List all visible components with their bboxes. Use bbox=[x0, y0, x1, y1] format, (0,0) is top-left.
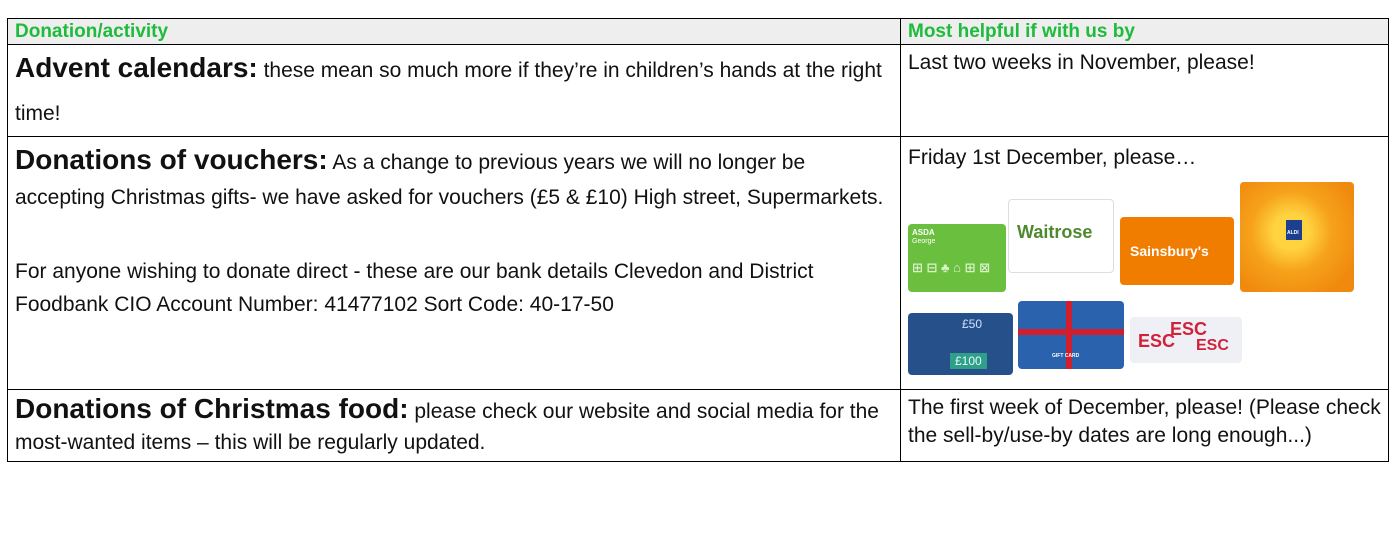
table-row: Donations of vouchers: As a change to pr… bbox=[7, 136, 1389, 390]
gift-card-50-100: £50 £100 bbox=[908, 313, 1013, 375]
activity-cell: Donations of vouchers: As a change to pr… bbox=[7, 136, 901, 390]
activity-cell: Advent calendars: these mean so much mor… bbox=[7, 44, 901, 137]
aldi-card: ALDI bbox=[1240, 182, 1354, 292]
table-header-row: Donation/activity Most helpful if with u… bbox=[7, 18, 1389, 45]
deadline-cell: Last two weeks in November, please! bbox=[900, 44, 1389, 137]
sainsburys-card: Sainsbury's bbox=[1120, 217, 1234, 285]
deadline-cell: Friday 1st December, please… ASDA George… bbox=[900, 136, 1389, 390]
asda-card: ASDA George ⊞ ⊟ ♣ ⌂ ⊞ ⊠ bbox=[908, 224, 1006, 292]
deadline-text: The first week of December, please! (Ple… bbox=[908, 396, 1381, 447]
table-row: Advent calendars: these mean so much mor… bbox=[7, 44, 1389, 137]
bank-details: For anyone wishing to donate direct - th… bbox=[15, 260, 814, 316]
donation-table: Donation/activity Most helpful if with u… bbox=[7, 18, 1389, 462]
deadline-text: Friday 1st December, please… bbox=[908, 146, 1197, 169]
header-most-helpful-by: Most helpful if with us by bbox=[900, 18, 1389, 45]
tesco-cards: ESC ESC ESC bbox=[1130, 317, 1242, 363]
lidl-gift-card: GIFT CARD bbox=[1018, 301, 1124, 369]
deadline-cell: The first week of December, please! (Ple… bbox=[900, 389, 1389, 462]
activity-title: Donations of Christmas food: bbox=[15, 393, 409, 424]
activity-title: Advent calendars: bbox=[15, 52, 258, 83]
waitrose-card: Waitrose bbox=[1008, 199, 1114, 273]
header-donation-activity: Donation/activity bbox=[7, 18, 901, 45]
deadline-text: Last two weeks in November, please! bbox=[908, 51, 1255, 74]
activity-cell: Donations of Christmas food: please chec… bbox=[7, 389, 901, 462]
activity-title: Donations of vouchers: bbox=[15, 144, 328, 175]
gift-cards-image: ASDA George ⊞ ⊟ ♣ ⌂ ⊞ ⊠ Waitrose Sainsbu… bbox=[908, 173, 1381, 375]
table-row: Donations of Christmas food: please chec… bbox=[7, 389, 1389, 462]
